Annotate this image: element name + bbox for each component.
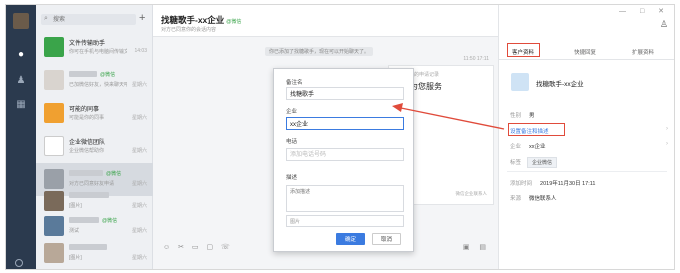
confirm-button[interactable]: 确定 bbox=[336, 233, 365, 245]
list-item[interactable]: 文件传输助手 你可在手机与电脑间传输文件 14:03 bbox=[36, 31, 153, 64]
conv-name: 可能的同事 bbox=[69, 107, 100, 113]
gender-row: 性别男 bbox=[510, 113, 535, 119]
chevron-right-icon: › bbox=[666, 141, 668, 147]
customer-name: 找糖歌手-xx企业 bbox=[536, 81, 584, 88]
image-field[interactable]: 图片 bbox=[286, 215, 404, 227]
customer-profile-panel: — □ ✕ ♙ 客户资料 快捷回复 扩展资料 找糖歌手-xx企业 性别男 设置备… bbox=[498, 5, 674, 269]
conv-time: 星期六 bbox=[131, 115, 147, 121]
conv-time: 星期六 bbox=[131, 228, 147, 234]
conv-name: 企业微信团队 bbox=[69, 140, 106, 146]
source-row: 来源 微信联系人 bbox=[510, 196, 557, 202]
conv-time: 星期六 bbox=[131, 148, 147, 154]
divider bbox=[507, 171, 667, 172]
company-input[interactable] bbox=[286, 117, 404, 130]
file-transfer-avatar bbox=[44, 37, 64, 57]
chat-toolbar-right[interactable]: ▣ ▤ bbox=[463, 243, 490, 251]
tag-chip[interactable]: 企业微信 bbox=[527, 157, 558, 168]
tab-extended-info[interactable]: 扩展资料 bbox=[632, 48, 654, 56]
conversation-list: ⌕ + 文件传输助手 你可在手机与电脑间传输文件 14:03 @微信 已加微信好… bbox=[36, 5, 153, 269]
conv-name bbox=[69, 192, 109, 199]
conv-name: @微信 bbox=[69, 71, 115, 78]
status-icon[interactable] bbox=[15, 259, 23, 267]
list-item[interactable]: 可能的同事 可能是你的同事 星期六 bbox=[36, 97, 153, 130]
contact-avatar bbox=[44, 70, 64, 90]
phone-label: 电话 bbox=[286, 139, 298, 145]
edit-remark-dialog: 备注名 企业 电话 描述 图片 确定 取消 bbox=[273, 68, 414, 252]
chat-icon[interactable]: ● bbox=[15, 49, 27, 61]
tab-quick-reply[interactable]: 快捷回复 bbox=[574, 48, 596, 56]
contact-avatar bbox=[44, 243, 64, 263]
apps-icon[interactable]: ▦ bbox=[15, 99, 27, 111]
customer-avatar bbox=[511, 73, 529, 91]
card-footer: 微信企业联系人 bbox=[455, 191, 488, 196]
colleague-avatar bbox=[44, 103, 64, 123]
added-time-row: 添加时间 2019年11月30日 17:11 bbox=[510, 181, 596, 187]
left-nav: ● ♟ ▦ bbox=[6, 5, 36, 269]
conv-preview: [图片] bbox=[69, 203, 82, 209]
highlight-box bbox=[507, 43, 540, 57]
chat-subtitle: 对方已同意你的会话内容 bbox=[161, 27, 217, 33]
self-avatar[interactable] bbox=[13, 13, 29, 29]
conv-name: @微信 bbox=[69, 217, 117, 224]
team-avatar bbox=[44, 136, 64, 156]
conv-preview: 企业微信帮助你 bbox=[69, 148, 105, 154]
company-label: 企业 bbox=[286, 109, 298, 115]
highlight-box bbox=[508, 123, 565, 136]
remark-label: 备注名 bbox=[286, 80, 303, 86]
chevron-right-icon: › bbox=[666, 126, 668, 132]
conv-preview: 测试 bbox=[69, 228, 80, 234]
phone-input[interactable] bbox=[286, 148, 404, 161]
chat-title: 找糖歌手-xx企业 @微信 bbox=[161, 15, 242, 25]
system-message: 你已添加了找糖歌手，现在可以开始聊天了。 bbox=[265, 47, 374, 56]
message-time: 11:50 17:11 bbox=[463, 56, 489, 62]
conv-time: 14:03 bbox=[134, 48, 147, 54]
conv-time: 星期六 bbox=[131, 255, 147, 261]
list-item[interactable]: 企业微信团队 企业微信帮助你 星期六 bbox=[36, 130, 153, 163]
search-input[interactable] bbox=[53, 15, 131, 24]
search-box[interactable]: ⌕ bbox=[41, 14, 136, 25]
contacts-icon[interactable]: ♟ bbox=[15, 75, 27, 87]
conv-name bbox=[69, 244, 107, 251]
search-icon: ⌕ bbox=[44, 15, 48, 22]
list-item[interactable]: [图片] 星期六 bbox=[36, 237, 153, 269]
conv-preview: [图片] bbox=[69, 255, 82, 261]
user-icon[interactable]: ♙ bbox=[660, 19, 668, 30]
company-row: 企业 xx企业 bbox=[510, 144, 546, 150]
wechat-tag: @微信 bbox=[226, 19, 242, 25]
conv-time: 星期六 bbox=[131, 203, 147, 209]
cancel-button[interactable]: 取消 bbox=[372, 233, 401, 245]
conv-preview: 可能是你的同事 bbox=[69, 115, 105, 121]
window-controls[interactable]: — □ ✕ bbox=[619, 7, 670, 15]
chat-toolbar[interactable]: ☺ ✂ ▭ ▢ ☏ bbox=[163, 243, 233, 251]
tag-row: 标签 企业微信 bbox=[510, 157, 558, 168]
chat-header: 找糖歌手-xx企业 @微信 对方已同意你的会话内容 bbox=[153, 5, 498, 37]
description-input[interactable] bbox=[286, 185, 404, 212]
conv-preview: 你可在手机与电脑间传输文件 bbox=[69, 49, 127, 55]
conv-time: 星期六 bbox=[131, 82, 147, 88]
conv-preview: 已加微信好友，快来聊天吧 bbox=[69, 82, 127, 88]
description-label: 描述 bbox=[286, 175, 298, 181]
wecom-window: ● ♟ ▦ ⌕ + 文件传输助手 你可在手机与电脑间传输文件 14:03 @微信… bbox=[5, 4, 675, 270]
add-icon[interactable]: + bbox=[139, 12, 145, 24]
contact-avatar bbox=[44, 191, 64, 211]
conv-name: @微信 bbox=[69, 170, 121, 177]
list-item[interactable]: @微信 已加微信好友，快来聊天吧 星期六 bbox=[36, 64, 153, 97]
conv-name: 文件传输助手 bbox=[69, 41, 106, 47]
remark-input[interactable] bbox=[286, 87, 404, 100]
contact-avatar bbox=[44, 216, 64, 236]
